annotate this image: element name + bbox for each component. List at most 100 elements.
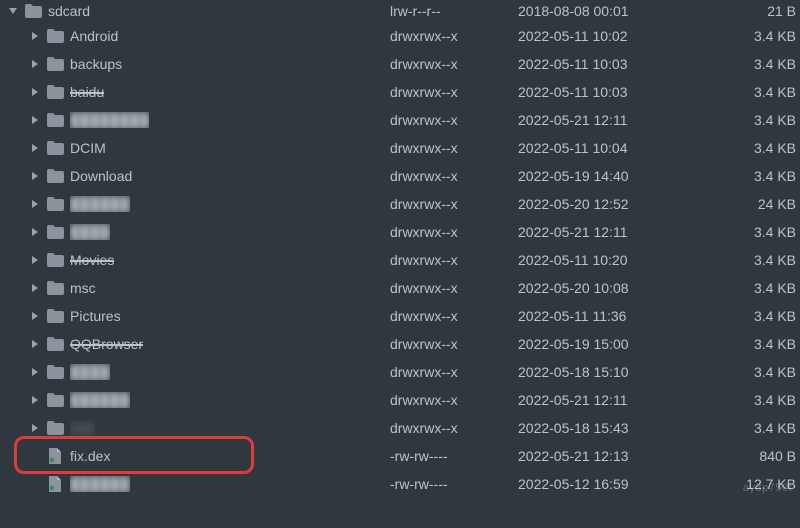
chevron-right-icon[interactable] (28, 85, 42, 99)
chevron-right-icon[interactable] (28, 197, 42, 211)
file-name: ████████ (70, 112, 149, 128)
permissions: drwxrwx--x (390, 84, 518, 100)
folder-icon (46, 223, 64, 241)
chevron-right-icon[interactable] (28, 29, 42, 43)
file-name: fix.dex (70, 448, 110, 464)
chevron-right-icon[interactable] (28, 421, 42, 435)
chevron-right-icon[interactable] (28, 309, 42, 323)
tree-row[interactable]: backupsdrwxrwx--x2022-05-11 10:033.4 KB (0, 50, 800, 78)
modified-date: 2022-05-21 12:11 (518, 112, 708, 128)
tree-row[interactable]: msc drwxrwx--x2022-05-20 10:083.4 KB (0, 274, 800, 302)
modified-date: 2022-05-11 10:02 (518, 28, 708, 44)
chevron-right-icon[interactable] (28, 169, 42, 183)
modified-date: 2022-05-21 12:11 (518, 224, 708, 240)
permissions: drwxrwx--x (390, 392, 518, 408)
folder-icon (46, 419, 64, 437)
tree-row[interactable]: baidudrwxrwx--x2022-05-11 10:033.4 KB (0, 78, 800, 106)
file-size: 3.4 KB (708, 56, 800, 72)
file-name: ████ (70, 224, 110, 240)
tree-root-row[interactable]: sdcardlrw-r--r--2018-08-08 00:0121 B (0, 0, 800, 22)
folder-icon (46, 335, 64, 353)
file-size: 24 KB (708, 196, 800, 212)
permissions: drwxrwx--x (390, 336, 518, 352)
chevron-right-icon[interactable] (28, 365, 42, 379)
modified-date: 2022-05-11 10:03 (518, 56, 708, 72)
tree-row[interactable]: ██████drwxrwx--x2022-05-21 12:113.4 KB (0, 386, 800, 414)
file-name: Android (70, 28, 118, 44)
modified-date: 2022-05-12 16:59 (518, 476, 708, 492)
permissions: lrw-r--r-- (390, 3, 518, 19)
permissions: drwxrwx--x (390, 196, 518, 212)
file-icon (46, 475, 64, 493)
file-name: QQBrowser (70, 336, 143, 352)
file-name: sdcard (48, 3, 90, 19)
folder-icon (46, 307, 64, 325)
file-name: DCIM (70, 140, 106, 156)
file-name: ██████ (70, 392, 130, 408)
modified-date: 2022-05-20 10:08 (518, 280, 708, 296)
file-icon (46, 447, 64, 465)
file-name: Pictures (70, 308, 121, 324)
file-size: 3.4 KB (708, 252, 800, 268)
tree-row[interactable]: Androiddrwxrwx--x2022-05-11 10:023.4 KB (0, 22, 800, 50)
tree-row[interactable]: □□□drwxrwx--x2022-05-18 15:433.4 KB (0, 414, 800, 442)
chevron-right-icon (28, 449, 42, 463)
file-name: baidu (70, 84, 104, 100)
folder-icon (46, 139, 64, 157)
tree-row[interactable]: ████drwxrwx--x2022-05-21 12:113.4 KB (0, 218, 800, 246)
permissions: drwxrwx--x (390, 140, 518, 156)
chevron-right-icon[interactable] (28, 57, 42, 71)
modified-date: 2022-05-19 15:00 (518, 336, 708, 352)
tree-row[interactable]: fix.dex-rw-rw----2022-05-21 12:13840 B (0, 442, 800, 470)
tree-row[interactable]: ██████-rw-rw----2022-05-12 16:5912.7 KB (0, 470, 800, 498)
tree-row[interactable]: ████████drwxrwx--x2022-05-21 12:113.4 KB (0, 106, 800, 134)
file-name: □□□ (70, 420, 95, 436)
file-size: 3.4 KB (708, 308, 800, 324)
folder-icon (46, 363, 64, 381)
tree-row[interactable]: ████drwxrwx--x2022-05-18 15:103.4 KB (0, 358, 800, 386)
chevron-right-icon[interactable] (28, 337, 42, 351)
tree-row[interactable]: ██████drwxrwx--x2022-05-20 12:5224 KB (0, 190, 800, 218)
tree-row[interactable]: Downloaddrwxrwx--x2022-05-19 14:403.4 KB (0, 162, 800, 190)
modified-date: 2022-05-20 12:52 (518, 196, 708, 212)
chevron-down-icon[interactable] (6, 4, 20, 18)
file-name: backups (70, 56, 122, 72)
modified-date: 2022-05-19 14:40 (518, 168, 708, 184)
folder-icon (46, 167, 64, 185)
permissions: drwxrwx--x (390, 252, 518, 268)
modified-date: 2022-05-18 15:43 (518, 420, 708, 436)
file-size: 3.4 KB (708, 112, 800, 128)
file-name: msc (70, 280, 96, 296)
folder-icon (46, 391, 64, 409)
tree-row[interactable]: Picturesdrwxrwx--x2022-05-11 11:363.4 KB (0, 302, 800, 330)
modified-date: 2022-05-18 15:10 (518, 364, 708, 380)
modified-date: 2022-05-11 10:04 (518, 140, 708, 156)
file-size: 3.4 KB (708, 280, 800, 296)
permissions: drwxrwx--x (390, 224, 518, 240)
file-name: ████ (70, 364, 110, 380)
tree-row[interactable]: Moviesdrwxrwx--x2022-05-11 10:203.4 KB (0, 246, 800, 274)
chevron-right-icon[interactable] (28, 393, 42, 407)
chevron-right-icon[interactable] (28, 113, 42, 127)
chevron-right-icon[interactable] (28, 141, 42, 155)
chevron-right-icon[interactable] (28, 225, 42, 239)
permissions: drwxrwx--x (390, 280, 518, 296)
permissions: drwxrwx--x (390, 364, 518, 380)
permissions: -rw-rw---- (390, 476, 518, 492)
file-name: Download (70, 168, 132, 184)
file-size: 3.4 KB (708, 336, 800, 352)
modified-date: 2022-05-21 12:13 (518, 448, 708, 464)
permissions: drwxrwx--x (390, 28, 518, 44)
folder-icon (46, 251, 64, 269)
chevron-right-icon (28, 477, 42, 491)
chevron-right-icon[interactable] (28, 281, 42, 295)
permissions: -rw-rw---- (390, 448, 518, 464)
tree-row[interactable]: DCIMdrwxrwx--x2022-05-11 10:043.4 KB (0, 134, 800, 162)
modified-date: 2022-05-11 10:03 (518, 84, 708, 100)
folder-icon (46, 279, 64, 297)
tree-row[interactable]: QQBrowser drwxrwx--x2022-05-19 15:003.4 K… (0, 330, 800, 358)
file-name: ██████ (70, 476, 130, 492)
chevron-right-icon[interactable] (28, 253, 42, 267)
file-name: Movies (70, 252, 114, 268)
folder-icon (46, 27, 64, 45)
